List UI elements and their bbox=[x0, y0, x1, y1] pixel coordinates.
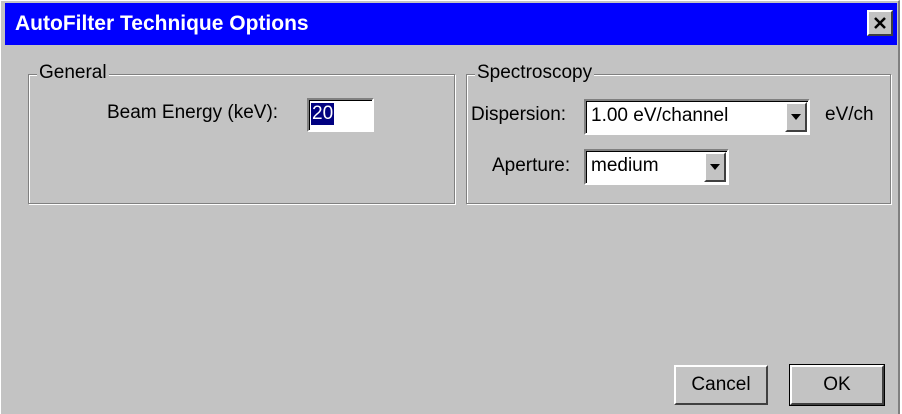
aperture-selected-value: medium bbox=[591, 155, 659, 176]
window-title: AutoFilter Technique Options bbox=[15, 12, 309, 35]
chevron-down-icon bbox=[710, 164, 720, 170]
beam-energy-value: 20 bbox=[311, 103, 335, 125]
close-button[interactable] bbox=[867, 10, 893, 36]
dispersion-select[interactable]: 1.00 eV/channel bbox=[584, 99, 810, 135]
general-group-label: General bbox=[37, 62, 109, 84]
aperture-label: Aperture: bbox=[492, 155, 571, 176]
general-group: General Beam Energy (keV): 20 bbox=[28, 62, 455, 204]
ok-button[interactable]: OK bbox=[789, 364, 885, 406]
dialog-window: AutoFilter Technique Options General Bea… bbox=[0, 0, 900, 414]
dispersion-unit-label: eV/ch bbox=[825, 104, 874, 125]
spectroscopy-group: Spectroscopy Dispersion: 1.00 eV/channel… bbox=[466, 62, 891, 204]
dispersion-dropdown-button[interactable] bbox=[785, 102, 807, 132]
spectroscopy-group-label: Spectroscopy bbox=[475, 62, 595, 84]
beam-energy-input[interactable]: 20 bbox=[307, 98, 374, 132]
title-bar[interactable]: AutoFilter Technique Options bbox=[5, 3, 897, 45]
aperture-select[interactable]: medium bbox=[584, 149, 729, 185]
close-icon bbox=[874, 17, 886, 29]
beam-energy-label: Beam Energy (keV): bbox=[107, 102, 279, 123]
aperture-dropdown-button[interactable] bbox=[704, 152, 726, 182]
dispersion-selected-value: 1.00 eV/channel bbox=[591, 105, 729, 126]
chevron-down-icon bbox=[791, 114, 801, 120]
cancel-button[interactable]: Cancel bbox=[674, 365, 768, 405]
dispersion-label: Dispersion: bbox=[471, 104, 567, 125]
